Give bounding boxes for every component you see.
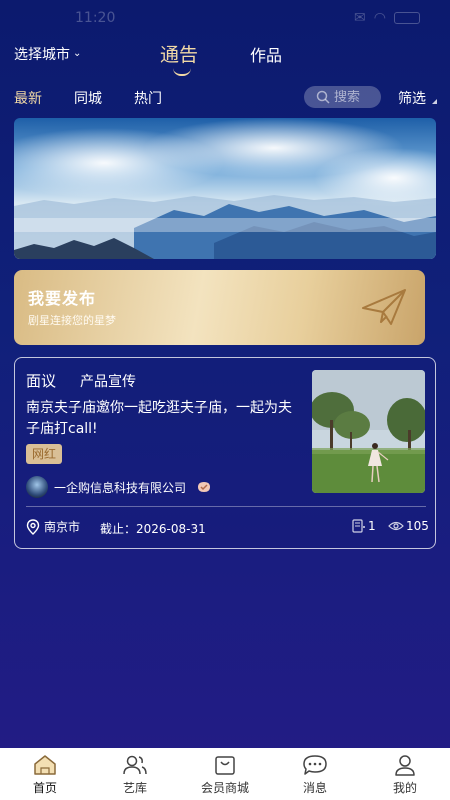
nav-messages-label: 消息 [302, 781, 327, 795]
post-views: 105 [388, 519, 429, 533]
post-location: 南京市 [26, 518, 80, 535]
status-icons: ✉ ◠ [354, 10, 420, 26]
home-icon [34, 755, 56, 775]
post-category: 产品宣传 [80, 374, 136, 390]
park-photo-illustration [312, 370, 425, 493]
mountain-landscape-illustration [14, 118, 436, 259]
chevron-down-icon: ⌄ [73, 47, 82, 59]
status-time: 11:20 [75, 10, 116, 26]
post-applies-count: 1 [368, 519, 376, 533]
filter-corner-icon [432, 99, 437, 104]
users-icon [123, 755, 147, 775]
post-thumbnail[interactable] [312, 370, 425, 493]
battery-icon [394, 12, 420, 24]
nav-messages[interactable]: 消息 [280, 748, 350, 800]
announcement-card[interactable]: 面议 产品宣传 南京夫子庙邀你一起吃逛夫子庙，一起为夫子庙打call! 网红 一… [14, 357, 436, 549]
filter-button[interactable]: 筛选 [398, 88, 426, 108]
notification-icon: ✉ [354, 10, 366, 26]
post-applies: 1 [352, 519, 376, 533]
search-box[interactable] [304, 86, 381, 108]
nav-home-label: 首页 [32, 781, 57, 795]
paper-plane-icon [362, 289, 406, 325]
nav-profile[interactable]: 我的 [370, 748, 440, 800]
post-pay-type: 面议 [26, 372, 57, 390]
bottom-nav: 首页 艺库 会员商城 消息 我的 [0, 748, 450, 800]
tab-announcements[interactable]: 通告 [160, 40, 198, 67]
sub-nav: 最新 同城 热门 筛选 [0, 86, 450, 110]
eye-icon [388, 521, 404, 531]
shopping-bag-icon [215, 756, 235, 775]
post-footer: 南京市 截止：2026-08-31 1 105 [26, 518, 429, 538]
wifi-icon: ◠ [373, 10, 386, 26]
city-select-label: 选择城市 [14, 47, 70, 63]
search-icon [316, 90, 330, 104]
tab-works[interactable]: 作品 [250, 42, 282, 66]
post-location-label: 南京市 [44, 520, 81, 534]
top-nav: 选择城市 ⌄ 通告 作品 [0, 40, 450, 80]
city-select[interactable]: 选择城市 ⌄ [14, 44, 81, 64]
publish-title: 我要发布 [28, 289, 97, 308]
post-tag: 网红 [26, 444, 63, 464]
subtab-hot[interactable]: 热门 [134, 88, 162, 108]
nav-shop[interactable]: 会员商城 [190, 748, 260, 800]
publish-card[interactable]: 我要发布 剧星连接您的星梦 [14, 270, 425, 345]
post-deadline: 截止：2026-08-31 [100, 522, 206, 536]
tab-active-indicator [173, 68, 191, 76]
company-avatar [26, 476, 48, 498]
subtab-same-city[interactable]: 同城 [74, 88, 102, 108]
user-icon [395, 755, 415, 776]
post-company[interactable]: 一企购信息科技有限公司 [26, 476, 212, 498]
nav-home[interactable]: 首页 [10, 748, 80, 800]
subtab-latest[interactable]: 最新 [14, 88, 42, 108]
nav-library-label: 艺库 [122, 781, 147, 795]
publish-subtitle: 剧星连接您的星梦 [28, 314, 116, 327]
verified-badge-icon [198, 482, 211, 492]
company-name: 一企购信息科技有限公司 [54, 480, 187, 495]
post-views-count: 105 [406, 519, 429, 533]
message-icon [303, 755, 327, 775]
location-pin-icon [26, 518, 40, 535]
post-title: 南京夫子庙邀你一起吃逛夫子庙，一起为夫子庙打call! [26, 400, 292, 437]
search-input[interactable] [334, 89, 374, 105]
apply-list-icon [352, 519, 365, 533]
status-bar: 11:20 ✉ ◠ [0, 0, 450, 36]
nav-shop-label: 会员商城 [200, 781, 249, 795]
nav-profile-label: 我的 [392, 781, 417, 795]
banner-image[interactable] [14, 118, 436, 259]
nav-library[interactable]: 艺库 [100, 748, 170, 800]
divider [26, 506, 426, 507]
